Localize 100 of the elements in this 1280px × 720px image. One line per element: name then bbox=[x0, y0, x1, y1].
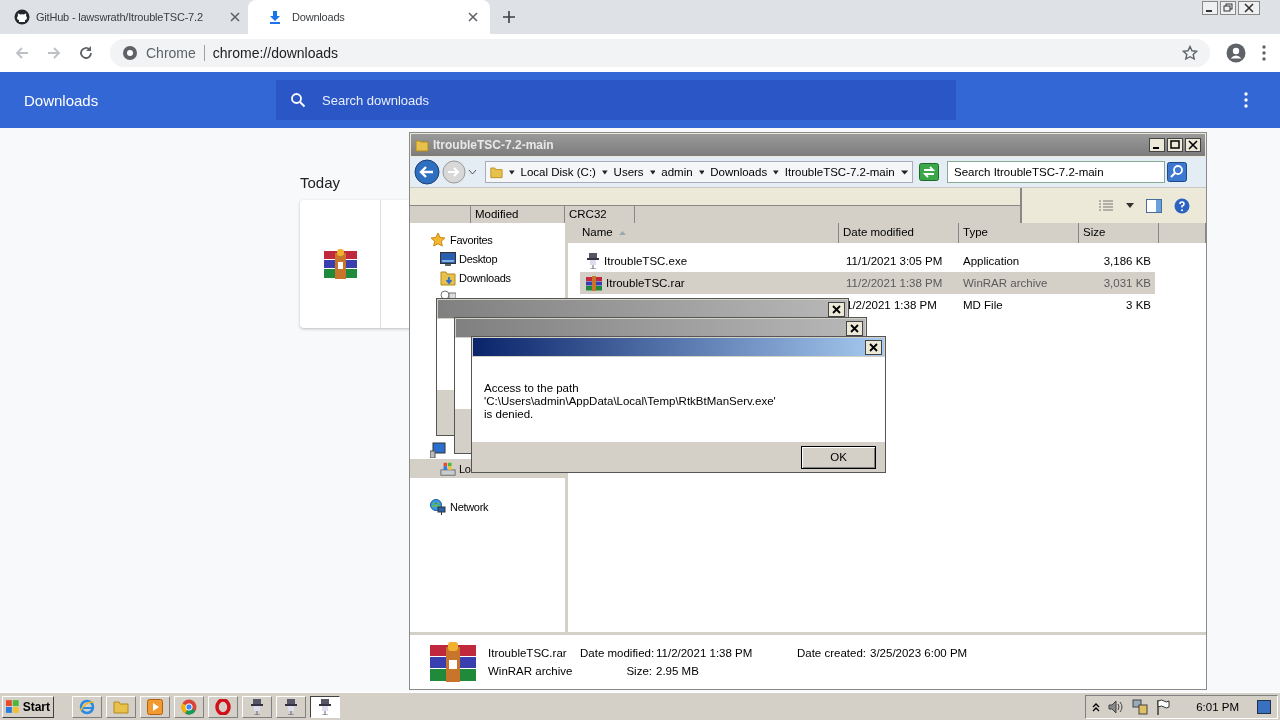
type-cell-text: WinRAR archive bbox=[962, 277, 1049, 289]
taskbar-button[interactable] bbox=[310, 695, 340, 718]
date-cell-text: 11/1/2021 3:05 PM bbox=[845, 255, 944, 267]
archive-icon bbox=[586, 275, 602, 291]
back-icon[interactable] bbox=[414, 159, 440, 185]
caret-icon[interactable] bbox=[508, 169, 515, 175]
network-icon[interactable] bbox=[1132, 698, 1149, 715]
caret-icon[interactable] bbox=[601, 169, 608, 175]
file-row[interactable]: ItroubleTSC.exe 11/1/2021 3:05 PM Application 3,186 KB bbox=[580, 250, 1155, 272]
type-cell-text: Application bbox=[962, 255, 1021, 267]
ok-button[interactable]: OK bbox=[801, 445, 876, 469]
file-name: ItroubleTSC.exe bbox=[604, 255, 688, 267]
field-label: Date created: bbox=[796, 647, 866, 659]
address-bar[interactable]: Chrome chrome://downloads bbox=[110, 39, 1210, 67]
chevron-icon[interactable] bbox=[1092, 701, 1101, 712]
minimize-icon[interactable] bbox=[1149, 138, 1165, 152]
nav-item[interactable]: Network bbox=[450, 500, 489, 513]
profile-icon[interactable] bbox=[1226, 43, 1246, 63]
file-row[interactable]: ItroubleTSC.rar 11/2/2021 1:38 PM WinRAR archive 3,031 KB bbox=[580, 272, 1155, 294]
column-header[interactable]: Name bbox=[568, 223, 839, 243]
flag-icon[interactable] bbox=[1156, 698, 1171, 715]
browser-tab[interactable]: GitHub - lawswrath/ItroubleTSC-7.2 bbox=[0, 0, 248, 34]
field-label: Size: bbox=[625, 665, 652, 677]
date-cell-text: 1/2/2021 1:38 PM bbox=[845, 299, 938, 311]
program-icon bbox=[586, 253, 600, 269]
star-icon bbox=[430, 231, 446, 248]
show-desktop-icon[interactable] bbox=[1257, 699, 1271, 714]
github-icon bbox=[14, 9, 30, 25]
desktop-icon bbox=[440, 251, 456, 266]
close-icon[interactable] bbox=[468, 12, 478, 22]
tab-title: GitHub - lawswrath/ItroubleTSC-7.2 bbox=[36, 11, 204, 23]
breadcrumb-item[interactable]: Downloads bbox=[710, 166, 768, 178]
dropdown-icon[interactable] bbox=[900, 169, 908, 175]
speaker-icon[interactable] bbox=[1108, 699, 1125, 714]
url-text: chrome://downloads bbox=[212, 45, 340, 61]
field-value: 3/25/2023 6:00 PM bbox=[870, 647, 968, 659]
site-label: Chrome bbox=[146, 45, 196, 61]
breadcrumb-item[interactable]: ItroubleTSC-7.2-main bbox=[784, 166, 895, 178]
close-icon[interactable] bbox=[865, 339, 882, 355]
date-cell-text: 11/2/2021 1:38 PM bbox=[845, 277, 944, 289]
close-icon[interactable] bbox=[1238, 1, 1260, 15]
refresh-icon[interactable] bbox=[919, 163, 939, 181]
help-icon[interactable] bbox=[1174, 197, 1190, 214]
window-title: ItroubleTSC-7.2-main bbox=[433, 138, 555, 152]
field-label: Date modified: bbox=[580, 647, 652, 659]
nav-item[interactable]: Downloads bbox=[459, 271, 511, 284]
breadcrumb-item[interactable]: Local Disk (C:) bbox=[520, 166, 596, 178]
dialog-message: Access to the path 'C:\Users\admin\AppData\Local\Temp\RtkBtManServ.exe' is denied. bbox=[484, 382, 776, 420]
preview-pane-icon[interactable] bbox=[1146, 198, 1162, 213]
star-icon[interactable] bbox=[1182, 45, 1198, 61]
close-icon[interactable] bbox=[1185, 138, 1201, 152]
browser-tab[interactable]: Downloads bbox=[248, 0, 490, 34]
field-value: 2.95 MB bbox=[656, 665, 700, 677]
folder-icon bbox=[113, 699, 129, 714]
start-button[interactable]: Start bbox=[2, 695, 54, 718]
network-icon bbox=[430, 498, 446, 515]
chrome-icon bbox=[181, 698, 197, 715]
nav-item[interactable]: Favorites bbox=[450, 233, 493, 246]
search-field[interactable]: Search ItroubleTSC-7.2-main bbox=[947, 161, 1165, 183]
search-icon[interactable] bbox=[1167, 162, 1187, 182]
archive-icon bbox=[430, 642, 476, 682]
caret-icon[interactable] bbox=[649, 169, 656, 175]
folder-icon bbox=[415, 138, 429, 152]
column-header[interactable]: Size bbox=[1079, 223, 1159, 243]
nav-item[interactable]: Desktop bbox=[459, 252, 498, 265]
restore-icon[interactable] bbox=[1220, 1, 1236, 15]
column-header[interactable]: Date modified bbox=[839, 223, 959, 243]
caret-icon[interactable] bbox=[698, 169, 705, 175]
windows-logo-icon bbox=[6, 699, 20, 714]
caret-icon[interactable] bbox=[773, 169, 779, 175]
program-icon bbox=[284, 698, 298, 715]
close-icon[interactable] bbox=[828, 301, 845, 317]
tab-title: Downloads bbox=[292, 11, 346, 23]
globe-icon bbox=[79, 698, 95, 715]
breadcrumb-bar[interactable]: Local Disk (C:) Users admin Downloads ItroubleTSC-7.2-main bbox=[485, 161, 913, 183]
breadcrumb-item[interactable]: Users bbox=[613, 166, 644, 178]
breadcrumb-item[interactable]: admin bbox=[661, 166, 693, 178]
close-icon[interactable] bbox=[846, 320, 863, 336]
search-field[interactable]: Search downloads bbox=[276, 80, 956, 120]
size-cell-text: 3 KB bbox=[1125, 299, 1151, 311]
folder-icon bbox=[490, 164, 503, 180]
type-cell-text: MD File bbox=[962, 299, 1004, 311]
computer-icon bbox=[430, 441, 446, 458]
file-name: ItroubleTSC.rar bbox=[606, 277, 685, 289]
column-header[interactable]: Type bbox=[959, 223, 1079, 243]
menu-icon[interactable] bbox=[1244, 92, 1248, 108]
new-tab-icon[interactable] bbox=[502, 10, 516, 24]
clock: 6:01 PM bbox=[1196, 700, 1239, 713]
reload-icon[interactable] bbox=[78, 45, 94, 61]
ring-icon bbox=[215, 698, 231, 715]
page-title: Downloads bbox=[23, 91, 100, 109]
chrome-icon bbox=[122, 45, 138, 61]
size-cell-text: 3,031 KB bbox=[1102, 277, 1151, 289]
nav-item[interactable]: Lo bbox=[459, 462, 471, 475]
program-icon bbox=[318, 698, 332, 715]
archive-icon bbox=[323, 249, 357, 279]
minimize-icon[interactable] bbox=[1202, 1, 1218, 15]
dropdown-icon[interactable] bbox=[1126, 203, 1134, 208]
menu-icon[interactable] bbox=[1262, 45, 1266, 61]
maximize-icon[interactable] bbox=[1167, 138, 1183, 152]
